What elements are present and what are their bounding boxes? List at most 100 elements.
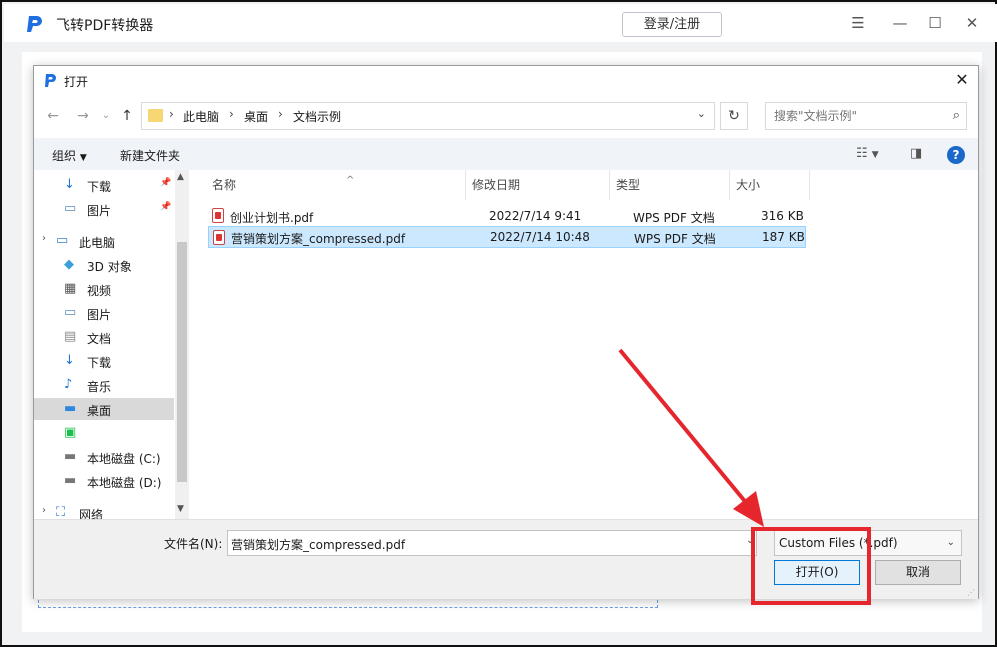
address-bar[interactable]: › 此电脑 › 桌面 › 文档示例 ⌄ [141,102,715,130]
nav-item-label: 文档 [87,332,112,346]
resize-grip-icon[interactable]: ⋰ [967,588,975,597]
minimize-icon[interactable]: — [889,12,911,34]
file-type: WPS PDF 文档 [634,232,716,246]
maximize-icon[interactable]: ☐ [924,12,946,34]
organize-label: 组织 [52,149,77,163]
dialog-close-icon[interactable]: ✕ [952,70,972,90]
forward-arrow-icon[interactable]: → [74,106,92,126]
back-arrow-icon[interactable]: ← [44,106,62,126]
filename-value: 营销策划方案_compressed.pdf [231,538,406,552]
nav-item[interactable]: ▤ 文档 [34,326,174,348]
dialog-toolbar: 组织 ▼ 新建文件夹 ☷ ▼ ◨ ? [34,138,978,170]
nav-item-label: 3D 对象 [87,260,132,274]
refresh-button[interactable]: ↻ [720,102,748,130]
nav-item-label: 本地磁盘 (D:) [87,476,162,490]
column-header-type[interactable]: 类型 [610,170,730,200]
desktop-icon: ▬ [64,401,77,416]
filename-input[interactable]: 营销策划方案_compressed.pdf [227,530,757,556]
nav-item[interactable]: ▬ 桌面 [34,398,174,420]
expand-chevron-icon[interactable]: › [42,233,46,244]
open-file-dialog: 打开 ✕ ← → ⌄ ↑ › 此电脑 › 桌面 › 文档示例 ⌄ ↻ ⌕ 组织 … [33,65,979,599]
up-arrow-icon[interactable]: ↑ [118,106,136,126]
videos-icon: ▦ [64,281,77,296]
nav-item-label: 此电脑 [79,236,116,250]
cancel-button[interactable]: 取消 [875,560,961,585]
documents-icon: ▤ [64,329,77,344]
nav-item[interactable]: ▣ [34,422,174,444]
folder-icon [148,109,163,122]
nav-item-label: 桌面 [87,404,112,418]
file-list: 名称 ^ 修改日期 类型 大小 创业计划书.pdf 2022/7/14 9:41… [191,170,978,519]
column-header-name[interactable]: 名称 ^ [206,170,466,200]
scroll-thumb[interactable] [177,242,187,482]
nav-item-label: 音乐 [87,380,112,394]
recent-chevron-icon[interactable]: ⌄ [97,106,115,126]
organize-dropdown-icon: ▼ [79,153,87,163]
address-dropdown-icon[interactable]: ⌄ [697,107,706,120]
column-header-date[interactable]: 修改日期 [466,170,610,200]
nav-item[interactable]: ♪ 音乐 [34,374,174,396]
nav-item-label: 图片 [87,204,112,218]
pin-icon: 📌 [160,202,172,212]
help-icon[interactable]: ? [947,146,965,164]
3d-objects-icon: ◆ [64,257,74,272]
breadcrumb-folder[interactable]: 文档示例 [293,108,341,125]
nav-item[interactable]: ▬ 本地磁盘 (C:) [34,446,174,468]
iqiyi-icon: ▣ [64,425,77,440]
scroll-up-icon[interactable]: ▲ [177,172,184,182]
column-name-label: 名称 [212,178,237,192]
pictures-icon: ▭ [64,201,77,216]
view-options-icon[interactable]: ☷ ▼ [856,146,879,161]
breadcrumb-chevron-icon[interactable]: › [169,107,174,121]
nav-item[interactable]: ▭ 图片 [34,302,174,324]
pdf-file-icon [212,208,224,223]
nav-item[interactable]: ↓ 下载 [34,350,174,372]
nav-scrollbar[interactable]: ▲ ▼ [175,170,189,519]
breadcrumb-this-pc[interactable]: 此电脑 [183,108,219,125]
nav-item[interactable]: ▬ 本地磁盘 (D:) [34,470,174,492]
breadcrumb-chevron-icon[interactable]: › [278,107,283,121]
chevron-down-icon: ⌄ [946,537,955,548]
download-icon: ↓ [64,353,75,368]
column-header-size[interactable]: 大小 [730,170,810,200]
file-type: WPS PDF 文档 [633,211,715,225]
scroll-down-icon[interactable]: ▼ [177,504,184,514]
new-folder-button[interactable]: 新建文件夹 [120,147,180,164]
nav-item[interactable]: ▦ 视频 [34,278,174,300]
organize-menu[interactable]: 组织 ▼ [52,147,87,164]
breadcrumb-desktop[interactable]: 桌面 [244,108,268,125]
dialog-titlebar: 打开 ✕ [34,66,978,96]
search-box[interactable]: ⌕ [765,102,967,130]
filename-label: 文件名(N): [164,537,223,551]
nav-item[interactable]: ↓ 下载 📌 [34,174,174,196]
pin-icon: 📌 [160,178,172,188]
music-icon: ♪ [64,377,73,392]
nav-item[interactable]: ◆ 3D 对象 [34,254,174,276]
close-icon[interactable]: ✕ [961,12,983,34]
pdf-file-icon [213,230,225,245]
breadcrumb-chevron-icon[interactable]: › [229,107,234,121]
nav-item[interactable]: ▭ 此电脑 [34,230,174,252]
login-register-button[interactable]: 登录/注册 [622,12,722,37]
file-name: 创业计划书.pdf [230,211,314,225]
download-icon: ↓ [64,177,75,192]
expand-chevron-icon[interactable]: › [42,505,46,516]
file-row[interactable]: 创业计划书.pdf 2022/7/14 9:41 WPS PDF 文档 316 … [208,205,806,227]
pictures-icon: ▭ [64,305,77,320]
drive-icon: ▬ [64,449,77,464]
file-row-selected[interactable]: 营销策划方案_compressed.pdf 2022/7/14 10:48 WP… [208,226,806,248]
hamburger-icon[interactable]: ☰ [847,12,869,34]
sort-ascending-icon: ^ [346,175,355,186]
app-logo-icon [24,12,46,34]
file-size: 316 KB [761,209,804,223]
search-input[interactable] [766,103,936,129]
app-name: 飞转PDF转换器 [56,18,154,34]
nav-item-label: 下载 [87,180,112,194]
nav-item-label: 本地磁盘 (C:) [87,452,161,466]
nav-item-label: 视频 [87,284,112,298]
computer-icon: ▭ [56,233,69,248]
drive-icon: ▬ [64,473,77,488]
preview-pane-icon[interactable]: ◨ [910,146,922,161]
file-date: 2022/7/14 9:41 [489,209,582,223]
nav-item[interactable]: ▭ 图片 📌 [34,198,174,220]
